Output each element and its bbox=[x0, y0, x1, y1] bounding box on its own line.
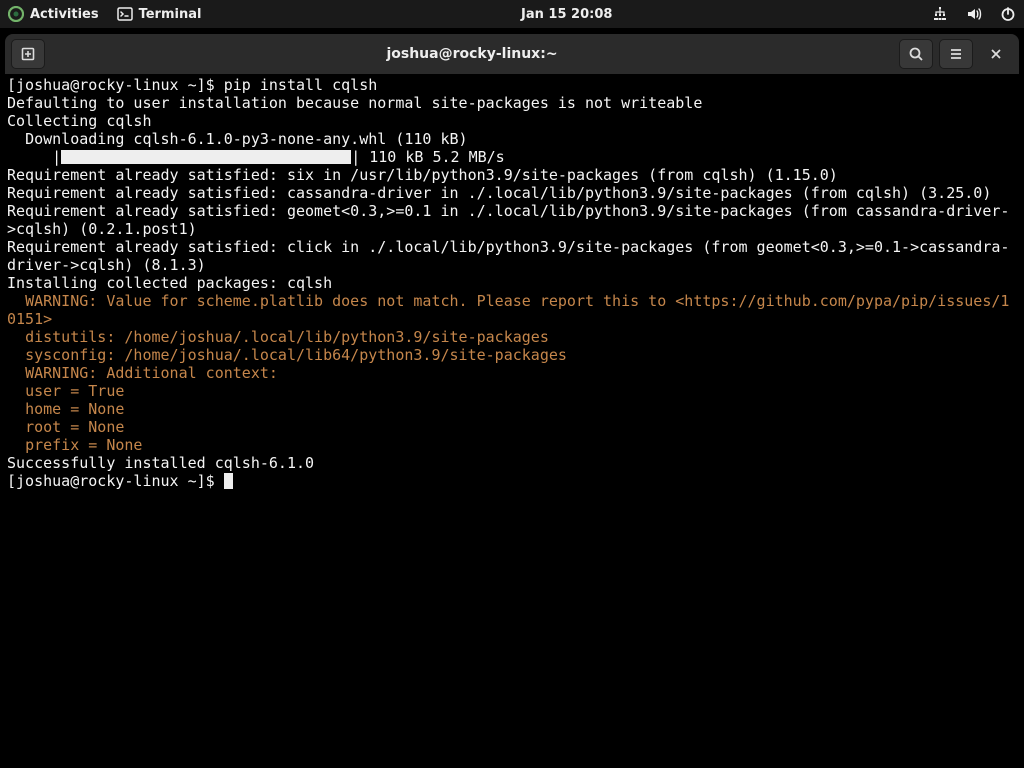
window-titlebar[interactable]: joshua@rocky-linux:~ bbox=[5, 34, 1019, 74]
search-button[interactable] bbox=[899, 39, 933, 69]
window-title: joshua@rocky-linux:~ bbox=[51, 46, 893, 62]
output-line: Downloading cqlsh-6.1.0-py3-none-any.whl… bbox=[7, 130, 468, 148]
terminal-output[interactable]: [joshua@rocky-linux ~]$ pip install cqls… bbox=[5, 74, 1019, 493]
menu-button[interactable] bbox=[939, 39, 973, 69]
activities-label: Activities bbox=[30, 7, 99, 22]
output-line: | bbox=[7, 148, 61, 166]
terminal-cursor bbox=[224, 473, 233, 489]
network-icon[interactable] bbox=[932, 6, 948, 22]
output-line: Requirement already satisfied: geomet<0.… bbox=[7, 202, 1009, 238]
output-line: Defaulting to user installation because … bbox=[7, 94, 702, 112]
output-line: Requirement already satisfied: six in /u… bbox=[7, 166, 838, 184]
download-progress-bar bbox=[61, 150, 351, 164]
new-tab-button[interactable] bbox=[11, 39, 45, 69]
close-button[interactable] bbox=[979, 39, 1013, 69]
warning-line: prefix = None bbox=[7, 436, 142, 454]
command-text: pip install cqlsh bbox=[224, 76, 378, 94]
output-line: Installing collected packages: cqlsh bbox=[7, 274, 332, 292]
terminal-window: joshua@rocky-linux:~ [joshua@rocky-linux… bbox=[5, 34, 1019, 768]
output-line: Requirement already satisfied: click in … bbox=[7, 238, 1009, 274]
warning-line: root = None bbox=[7, 418, 124, 436]
output-line: Requirement already satisfied: cassandra… bbox=[7, 184, 991, 202]
warning-line: WARNING: Additional context: bbox=[7, 364, 278, 382]
warning-line: sysconfig: /home/joshua/.local/lib64/pyt… bbox=[7, 346, 567, 364]
terminal-viewport[interactable]: [joshua@rocky-linux ~]$ pip install cqls… bbox=[5, 74, 1019, 768]
activities-button[interactable]: Activities bbox=[8, 6, 99, 22]
prompt: [joshua@rocky-linux ~]$ bbox=[7, 472, 224, 490]
prompt: [joshua@rocky-linux ~]$ bbox=[7, 76, 224, 94]
output-line: Collecting cqlsh bbox=[7, 112, 152, 130]
warning-line: WARNING: Value for scheme.platlib does n… bbox=[7, 292, 1009, 328]
output-line: Successfully installed cqlsh-6.1.0 bbox=[7, 454, 314, 472]
clock[interactable]: Jan 15 20:08 bbox=[521, 7, 612, 22]
warning-line: distutils: /home/joshua/.local/lib/pytho… bbox=[7, 328, 549, 346]
warning-line: home = None bbox=[7, 400, 124, 418]
volume-icon[interactable] bbox=[966, 6, 982, 22]
current-app[interactable]: Terminal bbox=[117, 6, 202, 22]
warning-line: user = True bbox=[7, 382, 124, 400]
output-line: | 110 kB 5.2 MB/s bbox=[351, 148, 505, 166]
power-icon[interactable] bbox=[1000, 6, 1016, 22]
terminal-app-icon bbox=[117, 6, 133, 22]
current-app-label: Terminal bbox=[139, 7, 202, 22]
activities-icon bbox=[8, 6, 24, 22]
gnome-topbar: Activities Terminal Jan 15 20:08 bbox=[0, 0, 1024, 28]
